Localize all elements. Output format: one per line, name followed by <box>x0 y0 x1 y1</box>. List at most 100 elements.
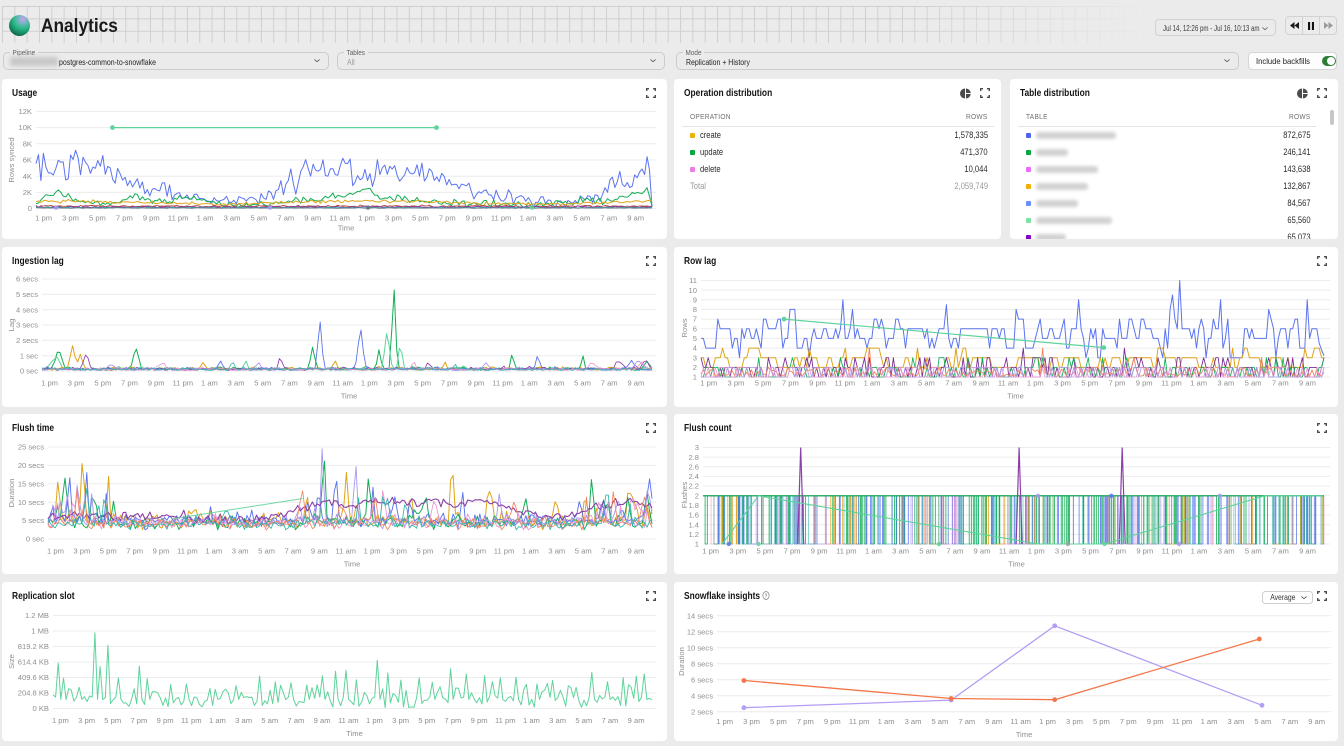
svg-text:4 secs: 4 secs <box>691 691 713 700</box>
svg-text:5 am: 5 am <box>261 716 278 725</box>
svg-text:11 pm: 11 pm <box>835 379 856 388</box>
svg-text:0 sec: 0 sec <box>20 367 38 376</box>
svg-text:Time: Time <box>344 560 361 569</box>
svg-text:6K: 6K <box>23 156 32 165</box>
svg-text:4 secs: 4 secs <box>16 305 38 314</box>
svg-text:Size: Size <box>7 654 16 669</box>
svg-text:3 am: 3 am <box>224 214 241 223</box>
svg-text:3 am: 3 am <box>1218 547 1235 556</box>
svg-text:11 pm: 11 pm <box>1172 717 1193 726</box>
svg-text:11 pm: 11 pm <box>181 716 202 725</box>
svg-text:3: 3 <box>693 353 697 362</box>
svg-text:7 pm: 7 pm <box>130 716 147 725</box>
svg-text:7 am: 7 am <box>946 547 963 556</box>
svg-text:3 pm: 3 pm <box>1055 547 1072 556</box>
svg-text:8: 8 <box>693 305 697 314</box>
svg-text:3 am: 3 am <box>905 717 922 726</box>
svg-text:5 am: 5 am <box>1254 717 1271 726</box>
svg-text:5 pm: 5 pm <box>1082 547 1099 556</box>
svg-text:1 am: 1 am <box>522 547 539 556</box>
svg-text:204.8 KB: 204.8 KB <box>18 688 49 697</box>
svg-text:3 am: 3 am <box>548 547 565 556</box>
svg-text:5 pm: 5 pm <box>416 547 433 556</box>
svg-text:819.2 KB: 819.2 KB <box>18 642 49 651</box>
svg-text:3 am: 3 am <box>232 547 249 556</box>
svg-text:3 pm: 3 pm <box>385 214 402 223</box>
svg-text:9 am: 9 am <box>627 379 644 388</box>
svg-text:9 pm: 9 pm <box>469 547 486 556</box>
svg-text:1 pm: 1 pm <box>716 717 733 726</box>
svg-text:7 am: 7 am <box>285 547 302 556</box>
svg-text:3 am: 3 am <box>549 716 566 725</box>
svg-text:Lag: Lag <box>7 319 16 332</box>
svg-text:1 pm: 1 pm <box>1027 379 1044 388</box>
svg-text:9 am: 9 am <box>628 716 645 725</box>
svg-text:5 pm: 5 pm <box>414 379 431 388</box>
svg-text:5 pm: 5 pm <box>100 547 117 556</box>
svg-text:1 pm: 1 pm <box>1028 547 1045 556</box>
svg-text:7 am: 7 am <box>1272 379 1289 388</box>
svg-text:9 pm: 9 pm <box>148 379 165 388</box>
svg-text:5 pm: 5 pm <box>412 214 429 223</box>
svg-text:9 pm: 9 pm <box>466 214 483 223</box>
svg-text:9: 9 <box>693 295 697 304</box>
svg-text:5 pm: 5 pm <box>418 716 435 725</box>
svg-text:3 pm: 3 pm <box>743 717 760 726</box>
svg-text:3 pm: 3 pm <box>1066 717 1083 726</box>
svg-text:1 pm: 1 pm <box>702 547 719 556</box>
svg-text:9 am: 9 am <box>308 379 325 388</box>
svg-text:9 pm: 9 pm <box>1136 379 1153 388</box>
svg-text:7 pm: 7 pm <box>1120 717 1137 726</box>
svg-text:1 am: 1 am <box>1191 547 1208 556</box>
svg-text:1 pm: 1 pm <box>47 547 64 556</box>
svg-text:1 am: 1 am <box>201 379 218 388</box>
svg-text:1.4: 1.4 <box>688 520 699 529</box>
svg-text:1 am: 1 am <box>1201 717 1218 726</box>
svg-text:1 pm: 1 pm <box>35 214 52 223</box>
svg-text:2.8: 2.8 <box>688 453 699 462</box>
svg-text:Time: Time <box>338 224 355 233</box>
svg-text:0: 0 <box>28 204 32 213</box>
svg-text:9 pm: 9 pm <box>143 214 160 223</box>
svg-text:3 am: 3 am <box>228 379 245 388</box>
svg-text:3 pm: 3 pm <box>392 716 409 725</box>
svg-text:3 pm: 3 pm <box>78 716 95 725</box>
svg-text:3 am: 3 am <box>891 379 908 388</box>
svg-text:1 pm: 1 pm <box>361 379 378 388</box>
svg-text:11 pm: 11 pm <box>492 379 513 388</box>
svg-text:11 am: 11 am <box>999 547 1020 556</box>
svg-text:15 secs: 15 secs <box>18 479 44 488</box>
svg-text:10 secs: 10 secs <box>18 498 44 507</box>
svg-text:5 am: 5 am <box>575 716 592 725</box>
svg-text:5 am: 5 am <box>574 379 591 388</box>
svg-text:7 pm: 7 pm <box>441 379 458 388</box>
svg-text:9 pm: 9 pm <box>471 716 488 725</box>
svg-text:11 am: 11 am <box>1010 717 1031 726</box>
svg-text:3 pm: 3 pm <box>727 379 744 388</box>
svg-text:5 pm: 5 pm <box>755 379 772 388</box>
svg-text:Time: Time <box>346 729 363 738</box>
svg-text:9 am: 9 am <box>974 547 991 556</box>
svg-text:14 secs: 14 secs <box>687 611 713 620</box>
svg-text:11 am: 11 am <box>338 716 359 725</box>
svg-text:5 am: 5 am <box>931 717 948 726</box>
svg-text:5 am: 5 am <box>250 214 267 223</box>
svg-text:7 am: 7 am <box>1281 717 1298 726</box>
svg-text:3 am: 3 am <box>1227 717 1244 726</box>
svg-text:7 pm: 7 pm <box>1109 379 1126 388</box>
svg-text:9 pm: 9 pm <box>811 547 828 556</box>
svg-text:10: 10 <box>689 286 697 295</box>
svg-text:1 am: 1 am <box>205 547 222 556</box>
svg-text:5 am: 5 am <box>575 547 592 556</box>
svg-text:11 pm: 11 pm <box>849 717 870 726</box>
svg-text:1 am: 1 am <box>878 717 895 726</box>
svg-text:4: 4 <box>693 344 697 353</box>
svg-text:1 pm: 1 pm <box>41 379 58 388</box>
svg-text:3 am: 3 am <box>546 214 563 223</box>
svg-text:2 secs: 2 secs <box>691 707 713 716</box>
svg-text:1 pm: 1 pm <box>364 547 381 556</box>
svg-text:5 pm: 5 pm <box>89 214 106 223</box>
svg-text:5 pm: 5 pm <box>757 547 774 556</box>
svg-text:8K: 8K <box>23 139 32 148</box>
svg-text:11 pm: 11 pm <box>494 547 515 556</box>
